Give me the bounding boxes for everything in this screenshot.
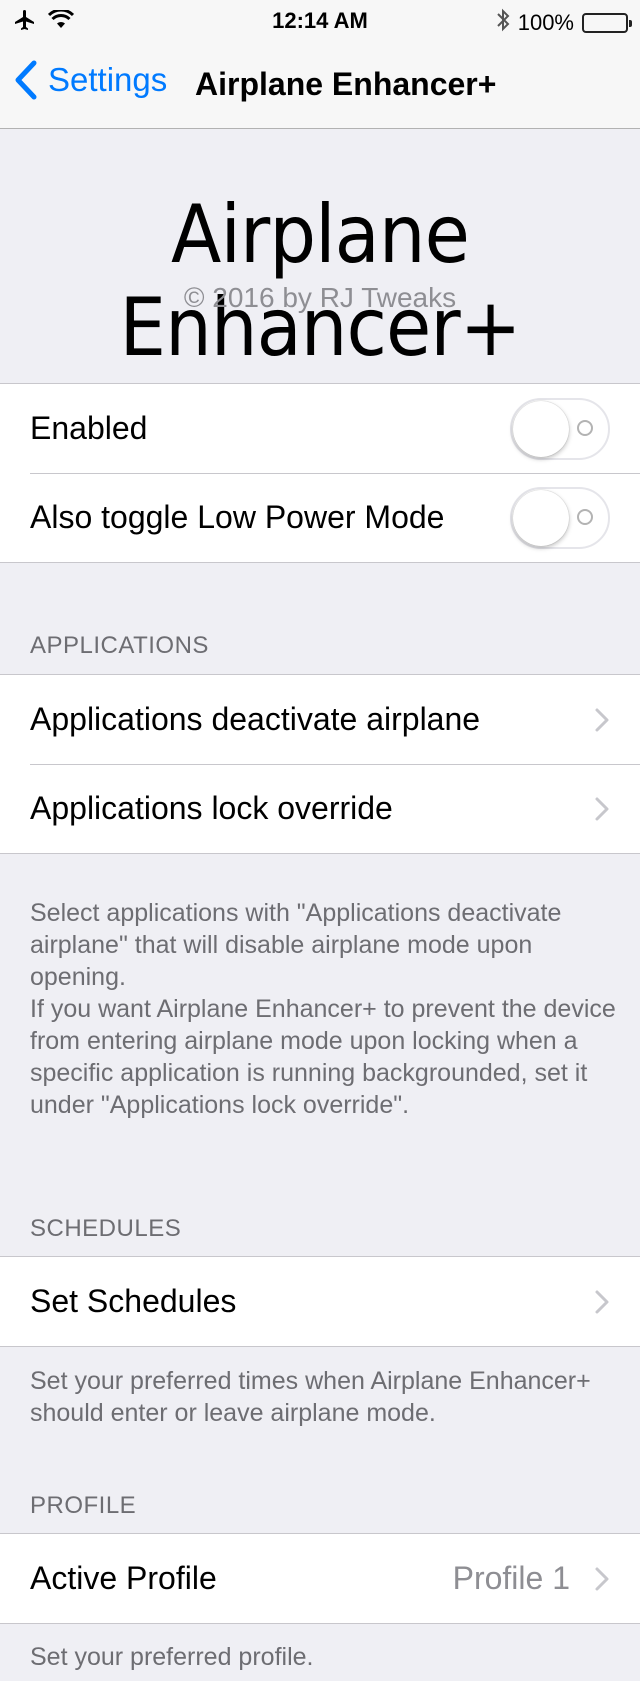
nav-title: Airplane Enhancer+ bbox=[195, 66, 497, 102]
battery-icon bbox=[582, 13, 632, 33]
low-power-label: Also toggle Low Power Mode bbox=[30, 499, 445, 535]
schedules-group: Set Schedules bbox=[0, 1256, 640, 1347]
set-schedules-label: Set Schedules bbox=[30, 1283, 237, 1319]
applications-lock-override-label: Applications lock override bbox=[30, 790, 393, 826]
chevron-left-icon bbox=[15, 60, 37, 100]
schedules-header: SCHEDULES bbox=[30, 1215, 182, 1242]
toggle-group: Enabled Also toggle Low Power Mode bbox=[0, 383, 640, 563]
enabled-row: Enabled bbox=[0, 384, 640, 473]
app-title: Airplane Enhancer+ bbox=[119, 188, 522, 374]
chevron-right-icon bbox=[595, 797, 609, 821]
copyright-text: © 2016 by RJ Tweaks bbox=[183, 282, 457, 313]
applications-footer: Select applications with "Applications d… bbox=[30, 899, 616, 1119]
schedules-footer: Set your preferred times when Airplane E… bbox=[30, 1367, 591, 1427]
switch-knob bbox=[513, 401, 569, 457]
low-power-row: Also toggle Low Power Mode bbox=[0, 473, 640, 562]
navigation-bar: Settings Airplane Enhancer+ bbox=[0, 42, 640, 129]
bluetooth-icon bbox=[496, 8, 510, 38]
profile-footer: Set your preferred profile. bbox=[30, 1643, 314, 1671]
applications-group: Applications deactivate airplane Applica… bbox=[0, 674, 640, 854]
chevron-right-icon bbox=[595, 708, 609, 732]
list-item[interactable]: Set Schedules bbox=[0, 1257, 640, 1346]
active-profile-value: Profile 1 bbox=[452, 1560, 570, 1596]
applications-header: APPLICATIONS bbox=[30, 632, 209, 659]
chevron-right-icon bbox=[595, 1567, 609, 1591]
low-power-switch[interactable] bbox=[510, 487, 610, 549]
profile-header: PROFILE bbox=[30, 1492, 137, 1519]
list-item[interactable]: Applications deactivate airplane bbox=[0, 675, 640, 764]
back-label: Settings bbox=[48, 61, 168, 98]
list-item[interactable]: Active Profile Profile 1 bbox=[0, 1534, 640, 1623]
applications-deactivate-label: Applications deactivate airplane bbox=[30, 701, 481, 737]
battery-percent: 100% bbox=[517, 10, 574, 35]
list-item[interactable]: Applications lock override bbox=[0, 764, 640, 853]
status-right: 100% bbox=[496, 8, 632, 38]
profile-group: Active Profile Profile 1 bbox=[0, 1533, 640, 1624]
back-button[interactable]: Settings bbox=[14, 60, 167, 100]
enabled-label: Enabled bbox=[30, 410, 148, 446]
active-profile-label: Active Profile bbox=[30, 1560, 217, 1596]
switch-off-indicator bbox=[577, 420, 593, 436]
switch-off-indicator bbox=[577, 509, 593, 525]
enabled-switch[interactable] bbox=[510, 398, 610, 460]
switch-knob bbox=[513, 490, 569, 546]
status-bar: 12:14 AM 100% bbox=[0, 0, 640, 42]
chevron-right-icon bbox=[595, 1290, 609, 1314]
